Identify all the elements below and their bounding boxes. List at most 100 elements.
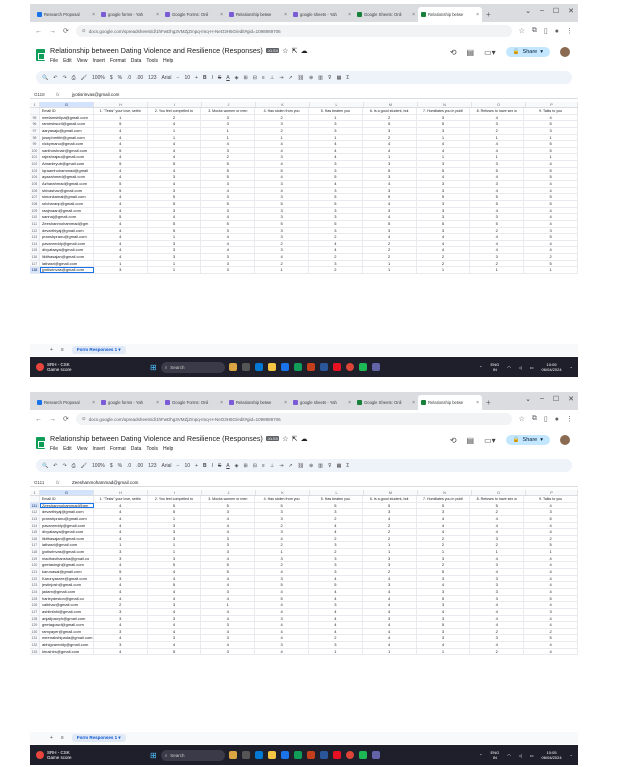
response-cell[interactable]: 4 xyxy=(255,569,309,575)
font-select[interactable]: Arial xyxy=(162,75,172,81)
response-cell[interactable]: 5 xyxy=(417,220,471,227)
browser-tab[interactable]: Research Proposal × xyxy=(34,395,98,410)
url-field[interactable]: ⊙ docs.google.com/spreadsheets/d/1hFwDhg3… xyxy=(75,25,512,37)
response-cell[interactable]: 4 xyxy=(470,602,525,608)
row-number[interactable]: 113 xyxy=(30,515,40,522)
response-cell[interactable]: 4 xyxy=(524,575,578,582)
valign-icon[interactable]: ⊥ xyxy=(270,75,274,81)
response-cell[interactable]: 4 xyxy=(363,622,417,628)
extensions-icon[interactable]: ⧉ xyxy=(532,415,537,423)
response-cell[interactable]: 4 xyxy=(94,200,148,207)
response-cell[interactable]: 3 xyxy=(255,181,309,187)
close-icon[interactable]: × xyxy=(220,400,223,406)
response-cell[interactable]: 4 xyxy=(94,167,148,174)
extensions-icon[interactable]: ⧉ xyxy=(532,27,537,35)
row-number[interactable]: 113 xyxy=(30,234,40,240)
response-cell[interactable]: 4 xyxy=(417,141,471,147)
row-number[interactable]: 128 xyxy=(30,615,40,622)
response-cell[interactable]: 2 xyxy=(255,522,309,529)
history-icon[interactable]: ⟲ xyxy=(450,436,457,445)
response-cell[interactable]: 3 xyxy=(470,254,525,260)
response-cell[interactable]: 3 xyxy=(255,529,309,535)
forward-icon[interactable]: → xyxy=(49,416,56,423)
response-cell[interactable]: 4 xyxy=(417,234,471,240)
response-cell[interactable]: 1 xyxy=(94,114,148,121)
row-number[interactable]: 129 xyxy=(30,622,40,628)
response-cell[interactable]: 5 xyxy=(148,562,202,569)
response-cell[interactable]: 2 xyxy=(363,535,417,542)
print-icon[interactable]: ⎙ xyxy=(72,75,76,81)
reload-icon[interactable]: ⟳ xyxy=(63,415,69,423)
back-icon[interactable]: ← xyxy=(35,28,42,35)
response-cell[interactable]: 4 xyxy=(309,147,363,154)
new-tab-button[interactable]: + xyxy=(482,7,495,22)
response-cell[interactable]: 5 xyxy=(524,200,578,207)
response-cell[interactable]: 4 xyxy=(94,515,148,522)
column-header[interactable]: L xyxy=(310,102,364,107)
menu-file[interactable]: File xyxy=(50,446,58,452)
response-cell[interactable]: 4 xyxy=(417,240,471,247)
row-number[interactable]: 102 xyxy=(30,161,40,167)
response-cell[interactable]: 3 xyxy=(524,608,578,615)
response-cell[interactable]: 4 xyxy=(255,635,309,642)
text-color-icon[interactable]: A xyxy=(226,75,229,81)
response-cell[interactable]: 3 xyxy=(309,555,363,562)
response-cell[interactable]: 2 xyxy=(148,114,202,121)
name-box[interactable]: G118 xyxy=(30,92,56,97)
response-cell[interactable]: 3 xyxy=(148,555,202,562)
email-cell[interactable]: pranshpranu@gmail.com xyxy=(40,515,94,522)
header-cell[interactable]: 1. "Tests" your love, settin xyxy=(94,496,148,502)
response-cell[interactable]: 4 xyxy=(94,635,148,642)
email-cell[interactable]: vickymanu@gmail.com xyxy=(40,141,94,147)
widget-news[interactable]: SRH - CSK Game score xyxy=(30,362,150,372)
response-cell[interactable]: 5 xyxy=(148,648,202,655)
response-cell[interactable]: 4 xyxy=(470,622,525,628)
row-number[interactable]: 125 xyxy=(30,595,40,602)
response-cell[interactable]: 2 xyxy=(363,247,417,254)
response-cell[interactable]: 1 xyxy=(524,134,578,141)
browser-tab[interactable]: Google Forms: Onli × xyxy=(162,7,226,22)
close-icon[interactable]: ✕ xyxy=(568,395,574,403)
response-cell[interactable]: 3 xyxy=(309,214,363,220)
decrease-decimal-button[interactable]: .0 xyxy=(127,75,131,81)
header-cell[interactable]: Email ID xyxy=(40,496,94,502)
maximize-icon[interactable]: ☐ xyxy=(553,395,559,403)
response-cell[interactable]: 1 xyxy=(255,549,309,555)
column-header[interactable]: O xyxy=(472,490,526,495)
opera-icon[interactable] xyxy=(332,751,341,759)
response-cell[interactable]: 4 xyxy=(470,615,525,622)
move-icon[interactable]: ⇱ xyxy=(292,46,298,55)
response-cell[interactable]: 1 xyxy=(148,260,202,267)
response-cell[interactable]: 4 xyxy=(201,214,256,220)
response-cell[interactable]: 3 xyxy=(309,642,363,648)
response-cell[interactable]: 3 xyxy=(363,562,417,569)
email-cell[interactable]: ayazahmed@gmail.com xyxy=(40,174,94,181)
response-cell[interactable]: 4 xyxy=(148,575,202,582)
response-cell[interactable]: 4 xyxy=(417,147,471,154)
row-number[interactable]: 122 xyxy=(30,575,40,582)
response-cell[interactable]: 5 xyxy=(309,220,363,227)
close-icon[interactable]: × xyxy=(412,400,415,406)
font-size-field[interactable]: 10 xyxy=(184,463,190,469)
response-cell[interactable]: 3 xyxy=(201,227,256,234)
response-cell[interactable]: 4 xyxy=(363,234,417,240)
response-cell[interactable]: 4 xyxy=(417,247,471,254)
response-cell[interactable]: 5 xyxy=(470,502,525,509)
italic-icon[interactable]: I xyxy=(212,75,213,81)
close-icon[interactable]: × xyxy=(156,12,159,18)
column-header[interactable]: G xyxy=(40,102,94,107)
email-cell[interactable]: simonkamal@gmail.com xyxy=(40,194,94,200)
response-cell[interactable]: 1 xyxy=(94,542,148,549)
response-cell[interactable]: 3 xyxy=(470,161,525,167)
response-cell[interactable]: 4 xyxy=(255,254,309,260)
browser-tab[interactable]: google sheets - Yah × xyxy=(290,7,354,22)
row-number[interactable]: 115 xyxy=(30,247,40,254)
response-cell[interactable]: 4 xyxy=(470,187,525,194)
response-cell[interactable]: 4 xyxy=(309,141,363,147)
response-cell[interactable]: 4 xyxy=(524,615,578,622)
response-cell[interactable]: 2 xyxy=(470,260,525,267)
response-cell[interactable]: 4 xyxy=(417,582,471,588)
response-cell[interactable]: 4 xyxy=(255,187,309,194)
response-cell[interactable]: 1 xyxy=(524,154,578,161)
response-cell[interactable]: 3 xyxy=(417,509,471,515)
